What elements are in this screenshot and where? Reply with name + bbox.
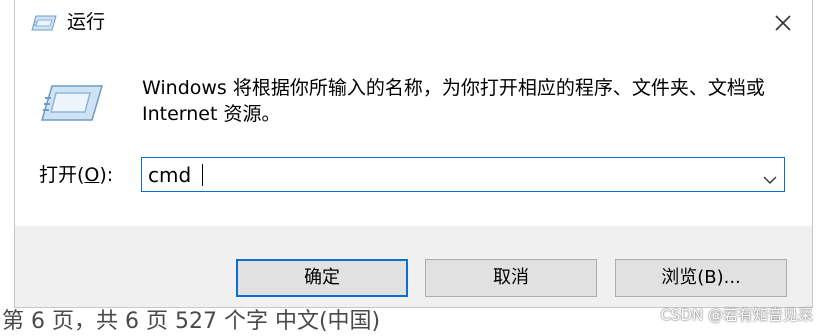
open-label-prefix: 打开( — [39, 164, 85, 186]
description-text: Windows 将根据你所输入的名称，为你打开相应的程序、文件夹、文档或 Int… — [142, 77, 765, 125]
open-input[interactable] — [148, 161, 738, 188]
open-combobox[interactable] — [141, 157, 785, 192]
run-dialog: 运行 Windows 将根据你所输入的名称，为你打开相应的程序、文件夹、文档或 … — [14, 0, 813, 308]
cancel-button[interactable]: 取消 — [425, 259, 597, 297]
window-title: 运行 — [67, 11, 106, 33]
open-field-label: 打开(O): — [39, 162, 113, 188]
run-icon — [30, 12, 58, 32]
chevron-down-icon[interactable] — [762, 170, 778, 184]
close-icon — [775, 15, 791, 31]
browse-button[interactable]: 浏览(B)... — [615, 259, 787, 297]
open-label-accelerator: O — [84, 164, 100, 186]
text-caret — [202, 164, 203, 186]
open-label-suffix: ): — [99, 164, 114, 186]
title-bar[interactable]: 运行 — [15, 0, 812, 46]
close-button[interactable] — [754, 0, 812, 46]
ok-button[interactable]: 确定 — [236, 259, 408, 297]
run-large-icon — [40, 82, 104, 122]
watermark: CSDN @若有知音见采 — [660, 306, 813, 324]
